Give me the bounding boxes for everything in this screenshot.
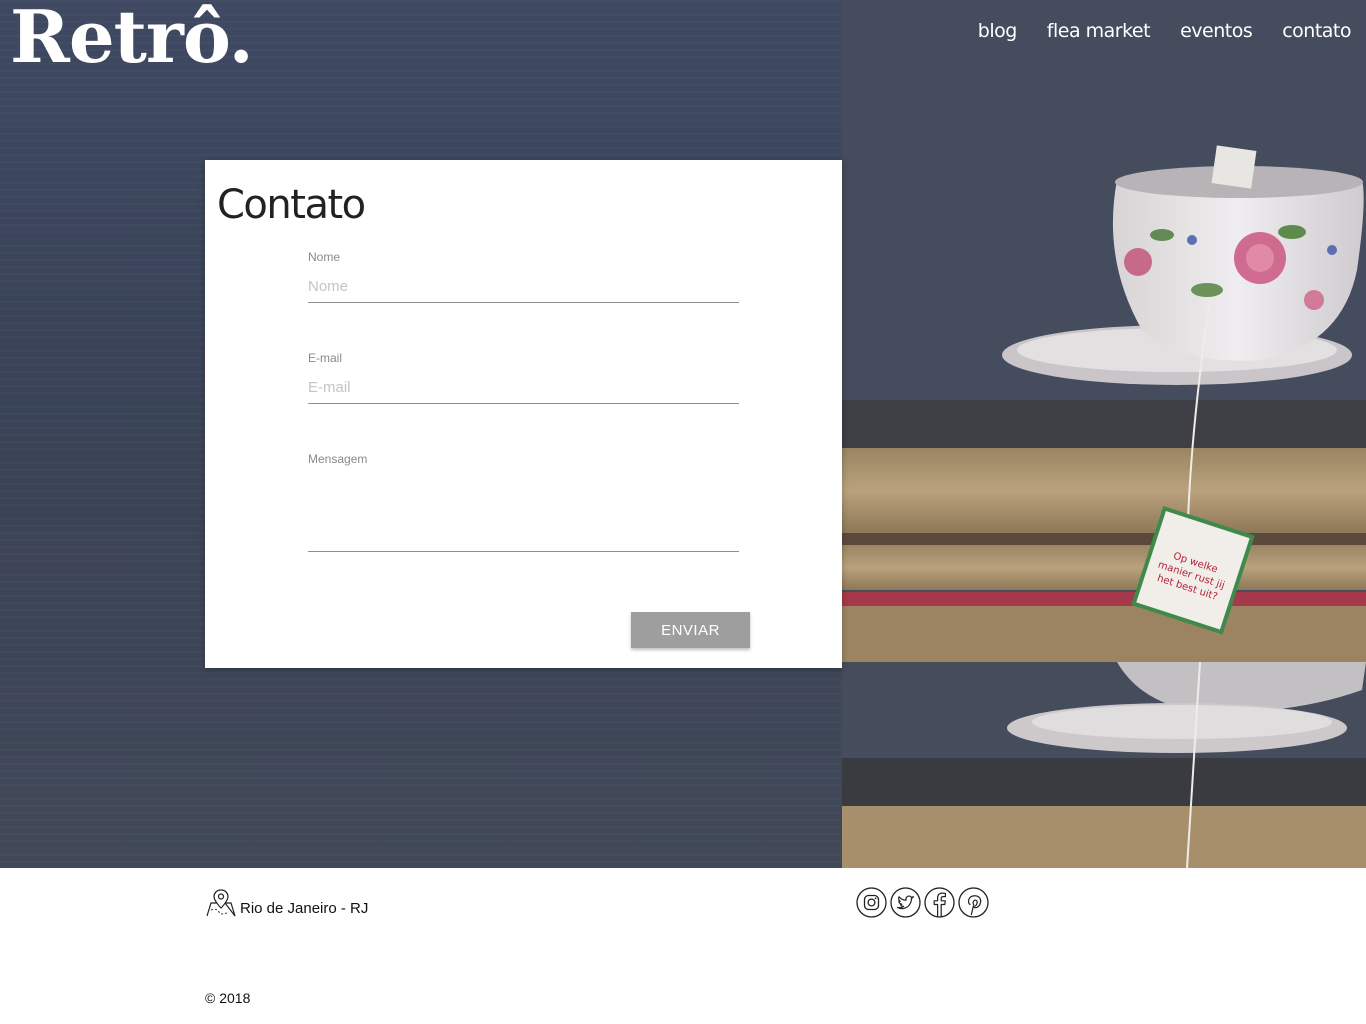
social-links [856, 887, 989, 918]
email-field-group: E-mail [308, 351, 739, 404]
message-textarea[interactable] [308, 472, 739, 552]
nav-flea-market[interactable]: flea market [1047, 20, 1151, 42]
nav-blog[interactable]: blog [978, 20, 1018, 42]
teacup-books-photo: Op welke manier rust jij het best uit? [842, 0, 1366, 868]
message-field-group: Mensagem [308, 452, 739, 552]
instagram-icon[interactable] [856, 887, 887, 918]
contact-card: Contato Nome E-mail Mensagem ENVIAR [205, 160, 842, 668]
name-input[interactable] [308, 268, 739, 303]
nav-eventos[interactable]: eventos [1180, 20, 1253, 42]
main-nav: blog flea market eventos contato [978, 20, 1352, 42]
email-input[interactable] [308, 369, 739, 404]
contact-title: Contato [217, 182, 366, 228]
facebook-icon[interactable] [924, 887, 955, 918]
map-pin-icon [206, 889, 236, 917]
email-label: E-mail [308, 351, 343, 365]
location-text: Rio de Janeiro - RJ [240, 900, 369, 917]
copyright-text: © 2018 [205, 990, 251, 1006]
site-logo[interactable]: Retrô. [10, 0, 254, 79]
twitter-icon[interactable] [890, 887, 921, 918]
submit-button[interactable]: ENVIAR [631, 612, 750, 648]
pinterest-icon[interactable] [958, 887, 989, 918]
footer-location: Rio de Janeiro - RJ [205, 888, 368, 918]
name-label: Nome [308, 250, 341, 264]
nav-contato[interactable]: contato [1282, 20, 1351, 42]
name-field-group: Nome [308, 250, 739, 303]
message-label: Mensagem [308, 452, 368, 466]
